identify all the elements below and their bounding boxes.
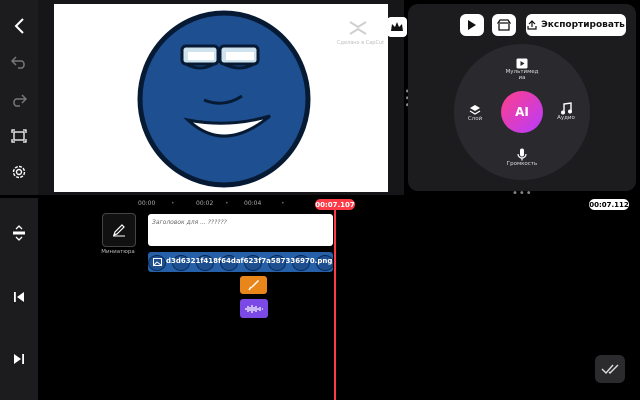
ruler-dot: • bbox=[225, 200, 229, 207]
pencil-icon bbox=[113, 224, 125, 237]
waveform-icon bbox=[245, 304, 263, 313]
image-icon bbox=[153, 258, 162, 266]
store-icon bbox=[497, 19, 511, 31]
thumbnail-button[interactable] bbox=[102, 213, 136, 247]
music-note-icon bbox=[561, 102, 572, 115]
fullscreen-icon[interactable] bbox=[9, 126, 29, 146]
ai-label: AI bbox=[515, 105, 529, 119]
share-icon bbox=[527, 20, 537, 30]
skip-to-end-icon[interactable] bbox=[9, 349, 29, 369]
undo-icon[interactable] bbox=[9, 52, 29, 72]
wheel-item-audio[interactable]: Аудио bbox=[553, 102, 579, 121]
play-icon bbox=[468, 20, 476, 30]
layer-label: Слой bbox=[467, 116, 483, 122]
double-check-icon bbox=[601, 364, 619, 375]
total-time-badge: 00:07.112 bbox=[589, 199, 629, 210]
image-clip-label: d3d6321f418f64daf623f7a587336970.png bbox=[166, 257, 333, 265]
current-time-badge: 00:07.107 bbox=[315, 199, 355, 210]
store-button[interactable] bbox=[492, 14, 516, 36]
play-button[interactable] bbox=[460, 14, 484, 36]
settings-icon[interactable] bbox=[9, 162, 29, 182]
wheel-item-multimedia[interactable]: Мультимедиа bbox=[502, 58, 542, 81]
ruler-tick-2: 00:04 bbox=[244, 200, 262, 207]
volume-label: Громкость bbox=[506, 161, 538, 167]
media-icon bbox=[516, 58, 528, 69]
back-icon[interactable] bbox=[9, 16, 29, 36]
wheel-item-volume[interactable]: Громкость bbox=[500, 148, 544, 167]
audio-clip[interactable] bbox=[240, 299, 268, 318]
confirm-button[interactable] bbox=[595, 355, 625, 383]
ruler-tick-1: 00:02 bbox=[196, 200, 214, 207]
multimedia-label: Мультимедиа bbox=[505, 69, 539, 81]
track-collapse-icon[interactable] bbox=[9, 223, 29, 243]
timeline-left-toolbar bbox=[0, 198, 38, 400]
audio-label: Аудио bbox=[557, 115, 575, 121]
brush-icon bbox=[247, 280, 259, 291]
effect-clip[interactable] bbox=[240, 276, 267, 294]
wheel-item-layer[interactable]: Слой bbox=[462, 104, 488, 122]
ruler-tick-0: 00:00 bbox=[138, 200, 156, 207]
right-panel: Экспортировать AI Мультимедиа Слой Аудио… bbox=[408, 4, 636, 191]
image-clip[interactable]: d3d6321f418f64daf623f7a587336970.png bbox=[148, 252, 333, 272]
thumbnail-label: Миниатюра bbox=[101, 249, 135, 255]
ai-button[interactable]: AI bbox=[501, 91, 543, 133]
premium-crown-button[interactable] bbox=[387, 17, 407, 37]
crown-icon bbox=[391, 22, 403, 31]
ruler-dot: • bbox=[171, 200, 175, 207]
watermark: Сделано в CapCut bbox=[337, 18, 385, 48]
export-button[interactable]: Экспортировать bbox=[526, 14, 626, 36]
capcut-logo-icon bbox=[349, 21, 367, 35]
playhead[interactable] bbox=[334, 210, 336, 400]
ruler-dot: • bbox=[281, 200, 285, 207]
action-wheel: AI Мультимедиа Слой Аудио Громкость bbox=[454, 44, 590, 180]
redo-icon[interactable] bbox=[9, 90, 29, 110]
microphone-icon bbox=[517, 148, 527, 161]
text-clip[interactable]: Заголовок для ... ?????? bbox=[148, 214, 333, 246]
left-toolbar bbox=[0, 0, 38, 195]
layers-icon bbox=[469, 105, 481, 115]
export-label: Экспортировать bbox=[541, 20, 625, 30]
skip-to-start-icon[interactable] bbox=[9, 287, 29, 307]
watermark-text: Сделано в CapCut bbox=[337, 40, 385, 46]
text-clip-label: Заголовок для ... ?????? bbox=[152, 219, 227, 226]
